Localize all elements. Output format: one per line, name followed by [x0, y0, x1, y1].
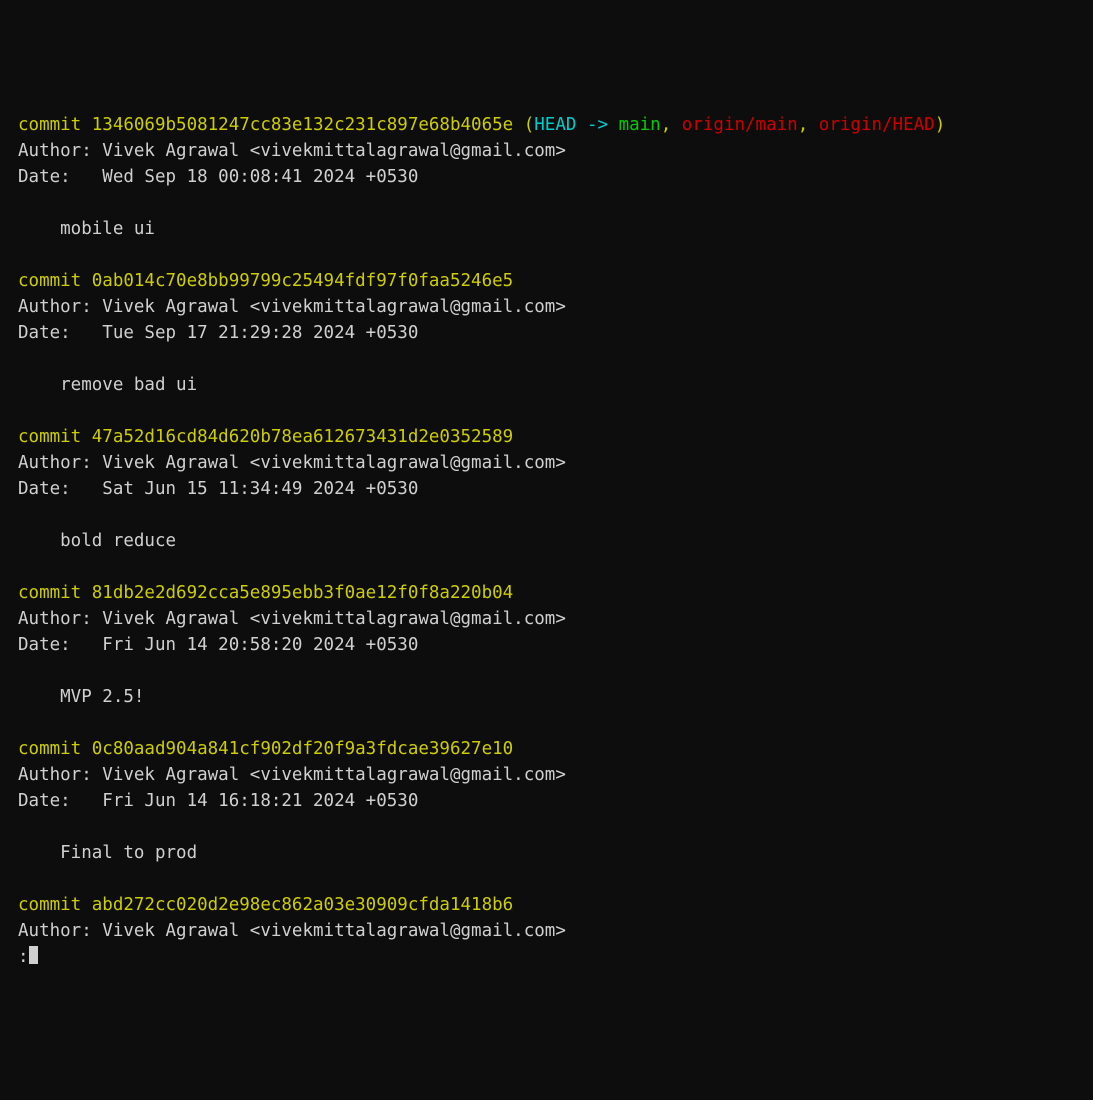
- commit-hash: commit 47a52d16cd84d620b78ea612673431d2e…: [18, 427, 513, 447]
- commit-date: Date: Sat Jun 15 11:34:49 2024 +0530: [18, 479, 418, 499]
- pager-prompt[interactable]: :: [18, 947, 29, 967]
- refs-open: (: [513, 115, 534, 135]
- commit-author: Author: Vivek Agrawal <vivekmittalagrawa…: [18, 453, 566, 473]
- commit-author: Author: Vivek Agrawal <vivekmittalagrawa…: [18, 141, 566, 161]
- commit-hash: commit 0ab014c70e8bb99799c25494fdf97f0fa…: [18, 271, 513, 291]
- git-log-output[interactable]: commit 1346069b5081247cc83e132c231c897e6…: [18, 112, 1075, 970]
- refs-sep: ,: [798, 115, 819, 135]
- commit-hash: commit 1346069b5081247cc83e132c231c897e6…: [18, 115, 513, 135]
- refs-close: ): [935, 115, 946, 135]
- commit-date: Date: Wed Sep 18 00:08:41 2024 +0530: [18, 167, 418, 187]
- commit-hash: commit 81db2e2d692cca5e895ebb3f0ae12f0f8…: [18, 583, 513, 603]
- commit-hash: commit abd272cc020d2e98ec862a03e30909cfd…: [18, 895, 513, 915]
- commit-author: Author: Vivek Agrawal <vivekmittalagrawa…: [18, 765, 566, 785]
- commit-author: Author: Vivek Agrawal <vivekmittalagrawa…: [18, 609, 566, 629]
- commit-message: Final to prod: [18, 843, 197, 863]
- commit-hash: commit 0c80aad904a841cf902df20f9a3fdcae3…: [18, 739, 513, 759]
- commit-message: mobile ui: [18, 219, 155, 239]
- commit-author: Author: Vivek Agrawal <vivekmittalagrawa…: [18, 297, 566, 317]
- cursor[interactable]: [29, 946, 38, 964]
- commit-date: Date: Tue Sep 17 21:29:28 2024 +0530: [18, 323, 418, 343]
- ref-head: HEAD ->: [534, 115, 618, 135]
- commit-message: remove bad ui: [18, 375, 197, 395]
- commit-author: Author: Vivek Agrawal <vivekmittalagrawa…: [18, 921, 566, 941]
- ref-origin-main: origin/main: [682, 115, 798, 135]
- commit-date: Date: Fri Jun 14 20:58:20 2024 +0530: [18, 635, 418, 655]
- commit-date: Date: Fri Jun 14 16:18:21 2024 +0530: [18, 791, 418, 811]
- commit-message: bold reduce: [18, 531, 176, 551]
- ref-main: main: [619, 115, 661, 135]
- ref-origin-head: origin/HEAD: [819, 115, 935, 135]
- commit-message: MVP 2.5!: [18, 687, 144, 707]
- refs-sep: ,: [661, 115, 682, 135]
